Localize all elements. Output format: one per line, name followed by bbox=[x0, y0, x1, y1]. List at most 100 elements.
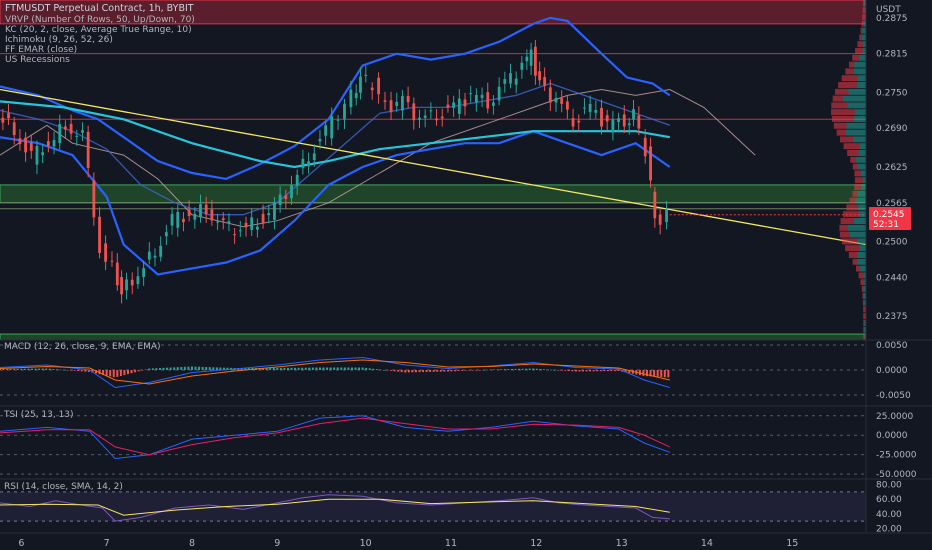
macd-histogram-bar bbox=[84, 370, 87, 372]
chart-background bbox=[0, 0, 932, 550]
support-zone-1 bbox=[0, 184, 867, 204]
candle-body bbox=[406, 95, 410, 103]
volume-bar-down bbox=[852, 258, 857, 265]
macd-histogram-bar bbox=[183, 366, 186, 370]
candle-body bbox=[147, 251, 151, 260]
volume-bar-down bbox=[832, 95, 843, 102]
volume-bar-down bbox=[852, 54, 859, 61]
macd-histogram-bar bbox=[418, 370, 421, 373]
candle-body bbox=[577, 120, 581, 123]
macd-histogram-bar bbox=[432, 370, 435, 372]
volume-bar-up bbox=[862, 27, 866, 34]
candle-body bbox=[1, 117, 5, 123]
candle-body bbox=[377, 77, 381, 95]
candle-body bbox=[7, 113, 10, 119]
candle-body bbox=[649, 146, 652, 181]
macd-histogram-bar bbox=[208, 367, 211, 370]
macd-histogram-bar bbox=[478, 370, 481, 371]
candle-body bbox=[193, 213, 197, 220]
candle-body bbox=[440, 116, 444, 119]
macd-histogram-bar bbox=[80, 370, 83, 372]
candle-body bbox=[429, 110, 433, 112]
candle-body bbox=[627, 123, 631, 126]
macd-histogram-bar bbox=[329, 367, 332, 370]
macd-histogram-bar bbox=[457, 370, 460, 371]
price-tick-8: 0.2440 bbox=[876, 273, 908, 283]
volume-bar-down bbox=[854, 184, 861, 190]
macd-histogram-bar bbox=[596, 370, 599, 372]
candle-body bbox=[255, 226, 259, 230]
candle-body bbox=[571, 118, 575, 127]
macd-histogram-bar bbox=[503, 369, 506, 370]
macd-histogram-bar bbox=[603, 370, 606, 372]
macd-histogram-bar bbox=[6, 368, 9, 370]
macd-histogram-bar bbox=[294, 367, 297, 370]
macd-histogram-bar bbox=[361, 367, 364, 370]
macd-histogram-bar bbox=[390, 370, 393, 371]
volume-bar-down bbox=[863, 313, 865, 320]
indicator-ema: FF EMAR (close) bbox=[5, 45, 77, 55]
candle-body bbox=[18, 138, 22, 145]
macd-histogram-bar bbox=[130, 370, 133, 374]
macd-histogram-bar bbox=[301, 367, 304, 370]
rsi-label: RSI (14, close, SMA, 14, 2) bbox=[4, 482, 123, 492]
macd-histogram-bar bbox=[464, 370, 467, 371]
candle-body bbox=[622, 114, 626, 127]
candle-body bbox=[250, 217, 254, 230]
time-tick-2: 7 bbox=[104, 538, 110, 549]
candle-body bbox=[238, 230, 242, 232]
macd-histogram-bar bbox=[642, 370, 645, 376]
macd-histogram-bar bbox=[550, 369, 553, 371]
time-tick-1: 6 bbox=[18, 538, 24, 549]
volume-bar-down bbox=[855, 48, 863, 54]
candle-body bbox=[538, 71, 542, 81]
macd-histogram-bar bbox=[656, 370, 659, 377]
candle-body bbox=[120, 276, 123, 295]
macd-histogram-bar bbox=[141, 370, 144, 371]
volume-bar-down bbox=[861, 20, 864, 27]
time-tick-6: 11 bbox=[445, 538, 457, 549]
macd-histogram-bar bbox=[486, 369, 489, 371]
macd-histogram-bar bbox=[375, 369, 378, 370]
candle-body bbox=[359, 76, 362, 93]
macd-histogram-bar bbox=[386, 370, 389, 371]
volume-bar-down bbox=[831, 109, 855, 116]
volume-bar-down bbox=[845, 245, 860, 252]
support-zone-2 bbox=[0, 333, 867, 341]
price-tick-3: 0.2750 bbox=[876, 88, 908, 98]
candle-body bbox=[187, 209, 191, 216]
candle-body bbox=[354, 93, 358, 99]
candle-body bbox=[658, 214, 662, 225]
macd-histogram-bar bbox=[521, 368, 524, 370]
indicator-ichimoku: Ichimoku (9, 26, 52, 26) bbox=[5, 35, 113, 45]
macd-histogram-bar bbox=[198, 366, 201, 370]
candle-body bbox=[98, 216, 101, 253]
price-tick-9: 0.2375 bbox=[876, 312, 908, 322]
macd-histogram-bar bbox=[340, 367, 343, 370]
candle-body bbox=[227, 221, 231, 223]
candle-body bbox=[69, 123, 73, 134]
volume-bar-up bbox=[846, 122, 866, 129]
macd-histogram-bar bbox=[354, 367, 357, 370]
macd-histogram-bar bbox=[350, 367, 353, 370]
candle-body bbox=[617, 118, 620, 123]
volume-bar-down bbox=[850, 156, 856, 163]
candle-body bbox=[395, 101, 399, 106]
volume-bar-up bbox=[855, 197, 866, 204]
candle-body bbox=[525, 56, 529, 62]
volume-bar-up bbox=[858, 54, 866, 61]
macd-histogram-bar bbox=[311, 367, 314, 370]
macd-histogram-bar bbox=[13, 368, 16, 370]
volume-bar-up bbox=[853, 116, 866, 122]
macd-histogram-bar bbox=[123, 370, 126, 376]
candle-body bbox=[509, 73, 512, 84]
candle-body bbox=[435, 118, 438, 121]
macd-histogram-bar bbox=[510, 369, 513, 370]
rsi-pane[interactable] bbox=[0, 491, 866, 522]
price-tick-5: 0.2625 bbox=[876, 163, 908, 173]
macd-histogram-bar bbox=[482, 369, 485, 371]
macd-histogram-bar bbox=[62, 369, 65, 371]
candle-body bbox=[86, 131, 90, 168]
macd-histogram-bar bbox=[112, 370, 115, 378]
volume-bar-down bbox=[863, 306, 866, 313]
